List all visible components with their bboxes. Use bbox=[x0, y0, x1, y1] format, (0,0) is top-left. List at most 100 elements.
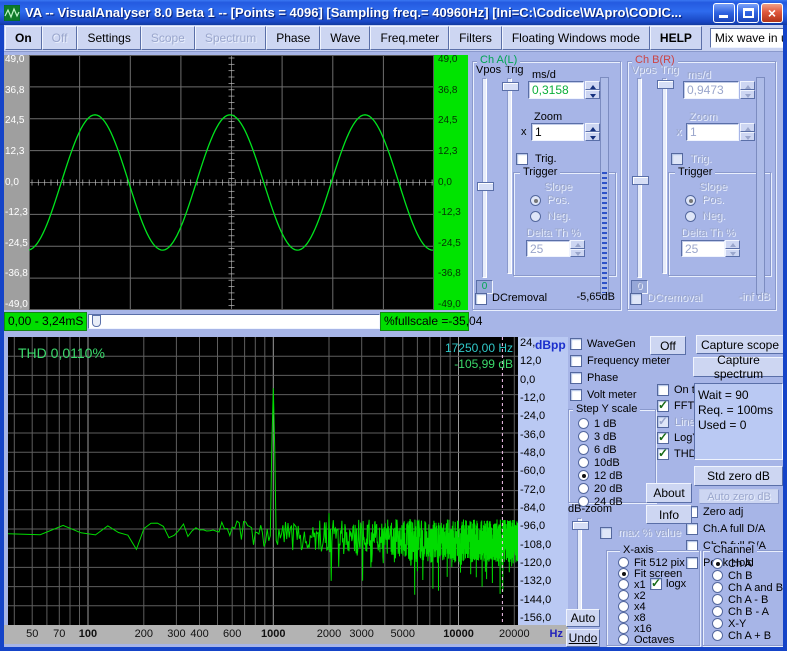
radio-icon bbox=[578, 444, 589, 455]
spectrum-y-tick-label: -132,0 bbox=[518, 576, 568, 587]
about-button[interactable]: About bbox=[646, 483, 692, 503]
scope-scrollbar-thumb[interactable] bbox=[92, 315, 101, 327]
radio-icon bbox=[712, 630, 723, 641]
msd-field-b[interactable]: 0,9473 bbox=[683, 81, 739, 99]
zoom-spinner-a[interactable] bbox=[585, 123, 600, 141]
channel-radio[interactable]: Ch B bbox=[712, 570, 783, 581]
dc-removal-label: DCremoval bbox=[647, 292, 702, 304]
checkbox-row[interactable]: Zero adj bbox=[686, 505, 766, 518]
vpos-slider-b[interactable] bbox=[632, 78, 649, 278]
maximize-button[interactable] bbox=[737, 3, 759, 23]
x-axis-radio[interactable]: x16 bbox=[618, 623, 685, 634]
spectrum-plot[interactable]: THD 0,0110% 17250,00 Hz -105,99 dB bbox=[8, 337, 518, 625]
scope-y-axis-left: 49,036,824,512,30,0-12,3-24,5-36,8-49,0 bbox=[4, 55, 29, 310]
channel-radio[interactable]: Ch A + B bbox=[712, 630, 783, 641]
x-axis-radio[interactable]: x8 bbox=[618, 612, 685, 623]
toolbar-button[interactable]: Filters bbox=[449, 26, 502, 50]
zoom-spinner-b[interactable] bbox=[740, 123, 755, 141]
level-meter-a bbox=[600, 77, 609, 295]
channel-radio[interactable]: Ch B - A bbox=[712, 606, 783, 617]
capture-spectrum-button[interactable]: Capture spectrum bbox=[693, 357, 784, 377]
zoom-label: Zoom bbox=[689, 111, 717, 123]
toolbar-button[interactable]: On bbox=[5, 26, 42, 50]
channel-radio[interactable]: Ch A bbox=[712, 558, 783, 569]
step-y-radio[interactable]: 1 dB bbox=[578, 417, 623, 430]
combobox-value: Mix wave in uscita bbox=[711, 31, 787, 45]
toolbar-button[interactable]: Phase bbox=[266, 26, 320, 50]
checkbox-row[interactable]: Volt meter bbox=[570, 388, 670, 401]
toolbar-button[interactable]: Floating Windows mode bbox=[502, 26, 650, 50]
slope-neg-radio[interactable] bbox=[685, 211, 696, 222]
x-axis-radio[interactable]: x2 bbox=[618, 590, 685, 601]
db-zoom-slider-thumb[interactable] bbox=[572, 521, 589, 530]
spinner-up-icon bbox=[570, 240, 585, 249]
checkbox-icon bbox=[657, 400, 669, 412]
trig-slider-thumb[interactable] bbox=[657, 80, 674, 89]
slope-pos-radio[interactable] bbox=[685, 195, 696, 206]
x-axis-tick-label: 3000 bbox=[349, 628, 373, 640]
checkbox-icon bbox=[657, 448, 669, 460]
wavegen-off-button[interactable]: Off bbox=[650, 336, 686, 355]
vpos-slider-thumb[interactable] bbox=[477, 182, 494, 191]
minimize-icon bbox=[719, 15, 728, 18]
undo-button[interactable]: Undo bbox=[566, 629, 600, 647]
x-axis-radio[interactable]: x4 bbox=[618, 601, 685, 612]
x-axis-radio[interactable]: Fit 512 pix bbox=[618, 557, 685, 568]
info-button[interactable]: Info bbox=[646, 505, 692, 524]
toolbar-button[interactable]: Off bbox=[42, 26, 78, 50]
scope-y-tick-label: -12,3 bbox=[434, 208, 468, 218]
close-button[interactable]: × bbox=[761, 3, 783, 23]
trig-checkbox-b[interactable] bbox=[671, 153, 683, 165]
auto-zero-db-button[interactable]: Auto zero dB bbox=[699, 489, 779, 504]
zoom-label: Zoom bbox=[534, 111, 562, 123]
delta-th-field-a[interactable]: 25 bbox=[526, 240, 570, 257]
oscilloscope-plot[interactable] bbox=[29, 55, 434, 310]
minimize-button[interactable] bbox=[713, 3, 735, 23]
scope-scrollbar[interactable] bbox=[88, 314, 380, 329]
vpos-slider-a[interactable] bbox=[477, 78, 494, 278]
checkbox-row[interactable]: Frequency meter bbox=[570, 354, 670, 367]
step-y-radio[interactable]: 20 dB bbox=[578, 482, 623, 495]
dc-removal-checkbox-b[interactable] bbox=[630, 293, 642, 305]
auto-button[interactable]: Auto bbox=[566, 609, 600, 627]
std-zero-db-button[interactable]: Std zero dB bbox=[694, 466, 783, 486]
step-y-radio[interactable]: 12 dB bbox=[578, 469, 623, 482]
delta-spinner-a[interactable] bbox=[570, 240, 585, 257]
toolbar-button[interactable]: Scope bbox=[141, 26, 195, 50]
x-axis-radio[interactable]: Octaves bbox=[618, 634, 685, 645]
slope-pos-radio[interactable] bbox=[530, 195, 541, 206]
delta-spinner-b[interactable] bbox=[725, 240, 740, 257]
trig-slider-thumb[interactable] bbox=[502, 82, 519, 91]
toolbar-button[interactable]: Wave bbox=[320, 26, 370, 50]
zoom-field-b[interactable]: 1 bbox=[686, 123, 739, 141]
db-zoom-slider[interactable] bbox=[572, 518, 589, 612]
checkbox-row[interactable]: Phase bbox=[570, 371, 670, 384]
dc-removal-checkbox-a[interactable] bbox=[475, 293, 487, 305]
delta-th-field-b[interactable]: 25 bbox=[681, 240, 725, 257]
trig-checkbox-a[interactable] bbox=[516, 153, 528, 165]
msd-spinner-b[interactable] bbox=[740, 81, 755, 99]
msd-field-a[interactable]: 0,3158 bbox=[528, 81, 584, 99]
toolbar-button[interactable]: HELP bbox=[650, 26, 702, 50]
toolbar-button[interactable]: Freq.meter bbox=[370, 26, 449, 50]
channel-radio[interactable]: Ch A and B bbox=[712, 582, 783, 593]
zoom-field-a[interactable]: 1 bbox=[531, 123, 584, 141]
step-y-radio[interactable]: 10dB bbox=[578, 456, 623, 469]
max-value-checkbox[interactable] bbox=[600, 527, 612, 539]
checkbox-icon bbox=[570, 389, 582, 401]
msd-spinner-a[interactable] bbox=[585, 81, 600, 99]
vpos-slider-thumb[interactable] bbox=[632, 176, 649, 185]
radio-icon bbox=[618, 590, 629, 601]
output-mode-combobox[interactable]: Mix wave in uscita bbox=[710, 28, 787, 48]
capture-scope-button[interactable]: Capture scope bbox=[696, 335, 784, 354]
toolbar-button[interactable]: Settings bbox=[77, 26, 140, 50]
channel-radio[interactable]: X-Y bbox=[712, 618, 783, 629]
step-y-radio[interactable]: 3 dB bbox=[578, 430, 623, 443]
spinner-down-icon bbox=[740, 132, 755, 141]
slope-neg-radio[interactable] bbox=[530, 211, 541, 222]
toolbar-button[interactable]: Spectrum bbox=[195, 26, 266, 50]
logx-checkbox[interactable] bbox=[650, 578, 662, 590]
step-y-radio[interactable]: 6 dB bbox=[578, 443, 623, 456]
channel-radio[interactable]: Ch A - B bbox=[712, 594, 783, 605]
checkbox-row[interactable]: Ch.A full D/A bbox=[686, 522, 766, 535]
